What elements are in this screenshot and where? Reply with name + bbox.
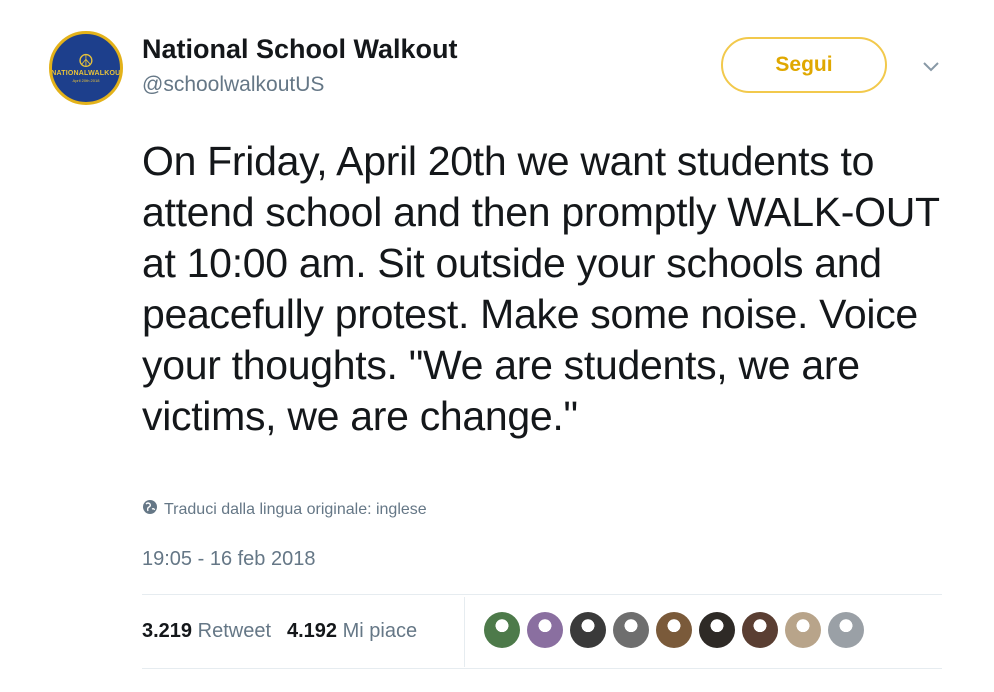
avatar-brand-text: #NATIONALWALKOUT (49, 69, 123, 77)
author-name[interactable]: National School Walkout (142, 34, 458, 65)
liker-avatar[interactable] (828, 612, 864, 648)
divider-bottom (142, 668, 942, 669)
stats-separator (464, 597, 465, 667)
author-handle[interactable]: @schoolwalkoutUS (142, 73, 324, 97)
liker-avatar[interactable] (527, 612, 563, 648)
likes-stat[interactable]: 4.192 Mi piace (287, 620, 417, 643)
peace-icon: ☮ (77, 50, 95, 71)
divider-top (142, 594, 942, 595)
liker-avatar[interactable] (699, 612, 735, 648)
globe-icon (142, 499, 158, 520)
liker-avatars (484, 612, 864, 648)
tweet-timestamp[interactable]: 19:05 - 16 feb 2018 (142, 548, 315, 571)
likes-label: Mi piace (342, 620, 418, 642)
liker-avatar[interactable] (785, 612, 821, 648)
liker-avatar[interactable] (742, 612, 778, 648)
liker-avatar[interactable] (613, 612, 649, 648)
liker-avatar[interactable] (570, 612, 606, 648)
translate-link[interactable]: Traduci dalla lingua originale: inglese (142, 499, 427, 520)
tweet-text: On Friday, April 20th we want students t… (142, 138, 940, 439)
follow-button[interactable]: Segui (721, 37, 887, 93)
author-avatar[interactable]: ☮ #NATIONALWALKOUT April 20th 2018 (49, 31, 123, 105)
retweet-count: 3.219 (142, 620, 193, 642)
chevron-down-icon[interactable] (918, 56, 944, 78)
translate-label: Traduci dalla lingua originale: inglese (164, 500, 427, 518)
retweet-stat[interactable]: 3.219 Retweet (142, 620, 271, 643)
retweet-label: Retweet (197, 620, 271, 642)
liker-avatar[interactable] (656, 612, 692, 648)
liker-avatar[interactable] (484, 612, 520, 648)
avatar-date-text: April 20th 2018 (72, 77, 100, 83)
tweet-stats: 3.219 Retweet 4.192 Mi piace (142, 620, 417, 643)
likes-count: 4.192 (287, 620, 338, 642)
